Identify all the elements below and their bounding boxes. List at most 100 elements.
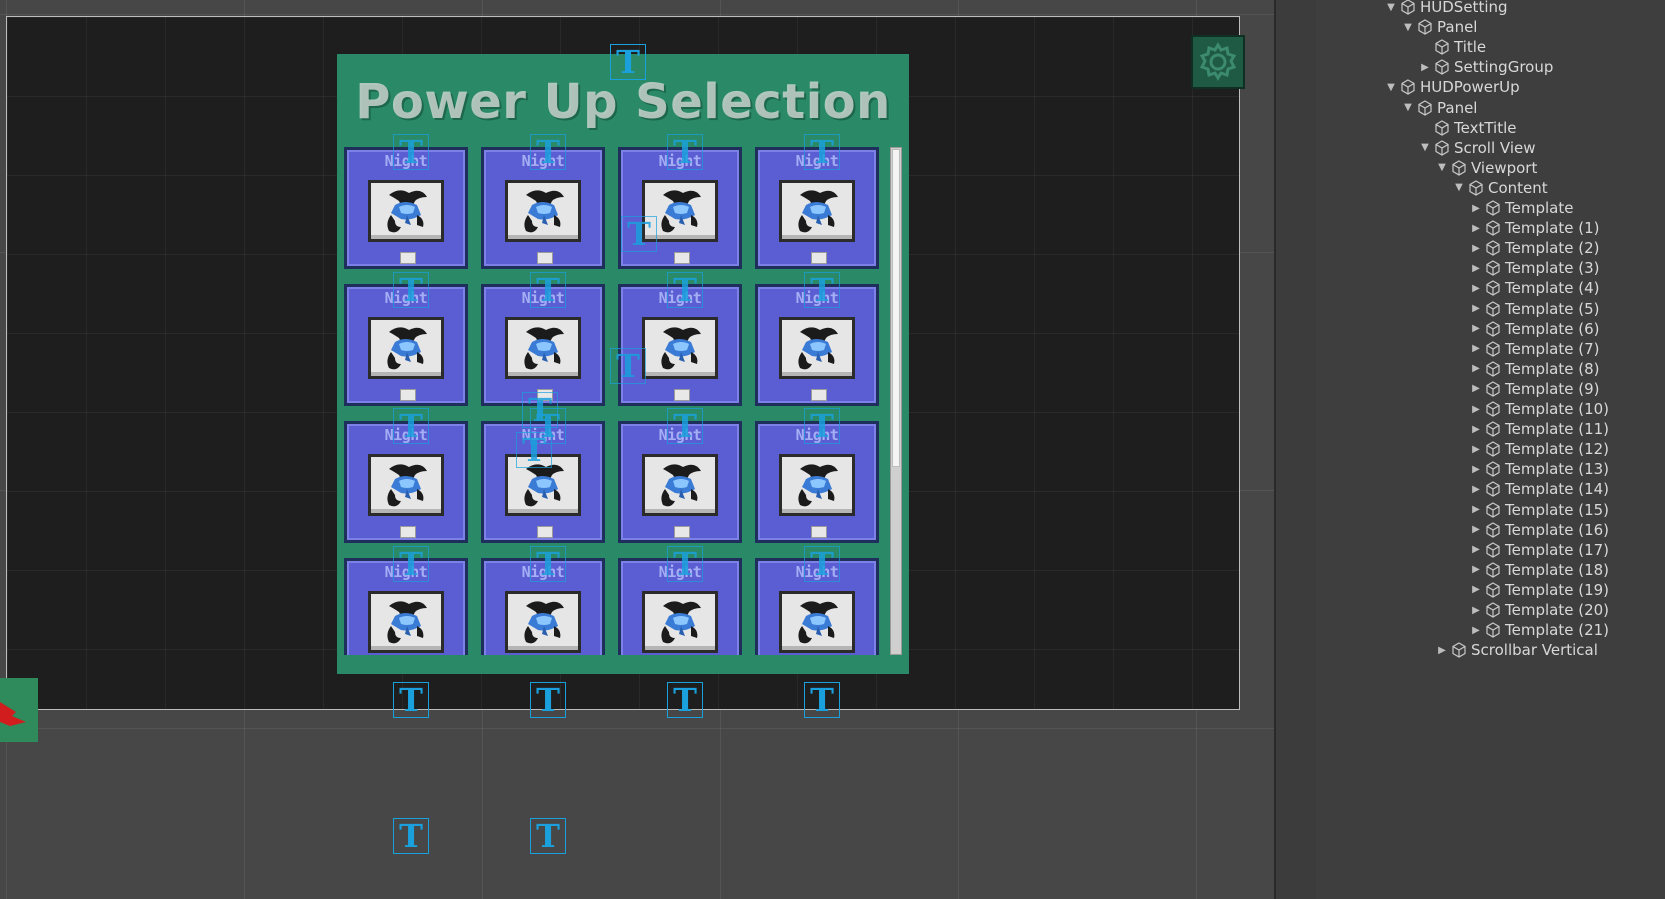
hierarchy-item-label: Template (9) xyxy=(1505,379,1600,398)
hierarchy-item[interactable]: ▼ HUDSetting xyxy=(1384,0,1508,17)
expand-arrow-right-icon[interactable]: ▶ xyxy=(1469,323,1483,334)
gameobject-cube-icon xyxy=(1486,501,1500,518)
expand-arrow-down-icon[interactable]: ▼ xyxy=(1384,2,1398,13)
card-checkbox[interactable] xyxy=(400,389,416,401)
text-gizmo-icon: T xyxy=(804,134,840,170)
card-checkbox[interactable] xyxy=(811,389,827,401)
hierarchy-item[interactable]: ▶ Template (4) xyxy=(1469,278,1599,298)
expand-arrow-down-icon[interactable]: ▼ xyxy=(1435,162,1449,173)
hierarchy-item[interactable]: ▶ Template (19) xyxy=(1469,580,1609,600)
hierarchy-item[interactable]: ▶ Template (17) xyxy=(1469,540,1609,560)
hierarchy-item[interactable]: ▶ Template (11) xyxy=(1469,419,1609,439)
expand-arrow-right-icon[interactable]: ▶ xyxy=(1469,584,1483,595)
hierarchy-item[interactable]: TextTitle xyxy=(1418,118,1516,138)
pixel-creature-icon xyxy=(661,327,701,370)
gameobject-cube-icon xyxy=(1486,521,1500,538)
expand-arrow-right-icon[interactable]: ▶ xyxy=(1469,424,1483,435)
scrollbar-handle[interactable] xyxy=(892,149,900,467)
expand-arrow-right-icon[interactable]: ▶ xyxy=(1469,343,1483,354)
hierarchy-item[interactable]: ▼ Scroll View xyxy=(1418,138,1535,158)
card-checkbox[interactable] xyxy=(674,252,690,264)
expand-arrow-right-icon[interactable]: ▶ xyxy=(1469,524,1483,535)
text-gizmo-icon: T xyxy=(530,272,566,308)
expand-arrow-right-icon[interactable]: ▶ xyxy=(1469,404,1483,415)
panel-divider[interactable] xyxy=(1274,0,1319,899)
expand-arrow-right-icon[interactable]: ▶ xyxy=(1469,363,1483,374)
expand-arrow-right-icon[interactable]: ▶ xyxy=(1469,223,1483,234)
expand-arrow-right-icon[interactable]: ▶ xyxy=(1469,564,1483,575)
expand-arrow-right-icon[interactable]: ▶ xyxy=(1469,203,1483,214)
text-gizmo-icon: T xyxy=(610,44,646,80)
text-gizmo-icon: T xyxy=(667,134,703,170)
hierarchy-item[interactable]: ▶ Template (7) xyxy=(1469,339,1599,359)
expand-arrow-right-icon[interactable]: ▶ xyxy=(1469,464,1483,475)
gameobject-cube-icon xyxy=(1486,361,1500,377)
expand-arrow-right-icon[interactable]: ▶ xyxy=(1469,605,1483,616)
text-gizmo-icon: T xyxy=(393,546,429,582)
hierarchy-item[interactable]: ▼ Content xyxy=(1452,178,1548,198)
hierarchy-item[interactable]: ▶ Template (14) xyxy=(1469,479,1609,499)
move-tool-handle[interactable] xyxy=(0,678,38,742)
card-checkbox[interactable] xyxy=(400,526,416,538)
hierarchy-item[interactable]: ▶ Template (13) xyxy=(1469,459,1609,479)
hierarchy-item[interactable]: ▶ Template (2) xyxy=(1469,238,1599,258)
hierarchy-item[interactable]: ▼ Panel xyxy=(1401,98,1477,118)
hierarchy-item[interactable]: ▼ Panel xyxy=(1401,17,1477,37)
card-checkbox[interactable] xyxy=(674,389,690,401)
expand-arrow-right-icon[interactable]: ▶ xyxy=(1469,383,1483,394)
expand-arrow-right-icon[interactable]: ▶ xyxy=(1469,263,1483,274)
hierarchy-item[interactable]: ▶ Template (6) xyxy=(1469,319,1599,339)
pixel-creature-icon xyxy=(524,601,564,644)
expand-arrow-right-icon[interactable]: ▶ xyxy=(1469,544,1483,555)
expand-arrow-down-icon[interactable]: ▼ xyxy=(1418,142,1432,153)
expand-arrow-right-icon[interactable]: ▶ xyxy=(1469,504,1483,515)
card-checkbox[interactable] xyxy=(811,526,827,538)
hierarchy-item-label: Template (21) xyxy=(1505,621,1610,640)
card-checkbox[interactable] xyxy=(400,252,416,264)
expand-arrow-right-icon[interactable]: ▶ xyxy=(1469,283,1483,294)
text-gizmo-icon: T xyxy=(393,134,429,170)
pixel-creature-icon xyxy=(387,601,427,644)
hierarchy-item[interactable]: ▶ Template xyxy=(1469,198,1573,218)
hierarchy-item[interactable]: ▶ Template (8) xyxy=(1469,359,1599,379)
hierarchy-item[interactable]: ▶ Template (16) xyxy=(1469,520,1609,540)
hierarchy-item[interactable]: ▶ Template (3) xyxy=(1469,258,1599,278)
hierarchy-item[interactable]: Title xyxy=(1418,37,1486,57)
hierarchy-item[interactable]: ▼ HUDPowerUp xyxy=(1384,77,1520,97)
hierarchy-item[interactable]: ▶ Template (12) xyxy=(1469,439,1609,459)
hierarchy-item[interactable]: ▶ Scrollbar Vertical xyxy=(1435,640,1598,660)
hierarchy-item[interactable]: ▶ Template (21) xyxy=(1469,620,1609,640)
expand-arrow-down-icon[interactable]: ▼ xyxy=(1401,102,1415,113)
hierarchy-item[interactable]: ▶ Template (18) xyxy=(1469,560,1609,580)
settings-button[interactable] xyxy=(1191,35,1245,89)
card-checkbox[interactable] xyxy=(537,252,553,264)
scrollbar-vertical[interactable] xyxy=(890,147,902,655)
panel-title: Power Up Selection xyxy=(355,74,891,130)
expand-arrow-right-icon[interactable]: ▶ xyxy=(1418,62,1432,73)
hierarchy-item[interactable]: ▶ Template (9) xyxy=(1469,379,1599,399)
scene-view[interactable]: Power Up Selection Night Night Night Night N… xyxy=(0,0,1284,899)
hierarchy-item[interactable]: ▶ Template (15) xyxy=(1469,500,1609,520)
expand-arrow-right-icon[interactable]: ▶ xyxy=(1435,645,1449,656)
expand-arrow-right-icon[interactable]: ▶ xyxy=(1469,303,1483,314)
hierarchy-item[interactable]: ▶ Template (1) xyxy=(1469,218,1599,238)
expand-arrow-right-icon[interactable]: ▶ xyxy=(1469,484,1483,495)
gameobject-cube-icon xyxy=(1486,240,1500,256)
hierarchy-item[interactable]: ▶ SettingGroup xyxy=(1418,57,1553,77)
hierarchy-item[interactable]: ▶ Template (20) xyxy=(1469,600,1609,620)
expand-arrow-right-icon[interactable]: ▶ xyxy=(1469,243,1483,254)
hierarchy-item-label: Template (18) xyxy=(1505,560,1610,579)
gameobject-cube-icon xyxy=(1486,260,1500,276)
hierarchy-item[interactable]: ▶ Template (5) xyxy=(1469,299,1599,319)
expand-arrow-down-icon[interactable]: ▼ xyxy=(1384,82,1398,93)
hierarchy-panel[interactable]: ▼ HUDSetting ▼ Panel Title ▶ SettingGroup ▼… xyxy=(1316,0,1665,899)
card-checkbox[interactable] xyxy=(811,252,827,264)
expand-arrow-down-icon[interactable]: ▼ xyxy=(1452,182,1466,193)
hierarchy-item[interactable]: ▶ Template (10) xyxy=(1469,399,1609,419)
card-checkbox[interactable] xyxy=(674,526,690,538)
expand-arrow-right-icon[interactable]: ▶ xyxy=(1469,444,1483,455)
expand-arrow-down-icon[interactable]: ▼ xyxy=(1401,22,1415,33)
card-checkbox[interactable] xyxy=(537,526,553,538)
expand-arrow-right-icon[interactable]: ▶ xyxy=(1469,625,1483,636)
hierarchy-item[interactable]: ▼ Viewport xyxy=(1435,158,1537,178)
